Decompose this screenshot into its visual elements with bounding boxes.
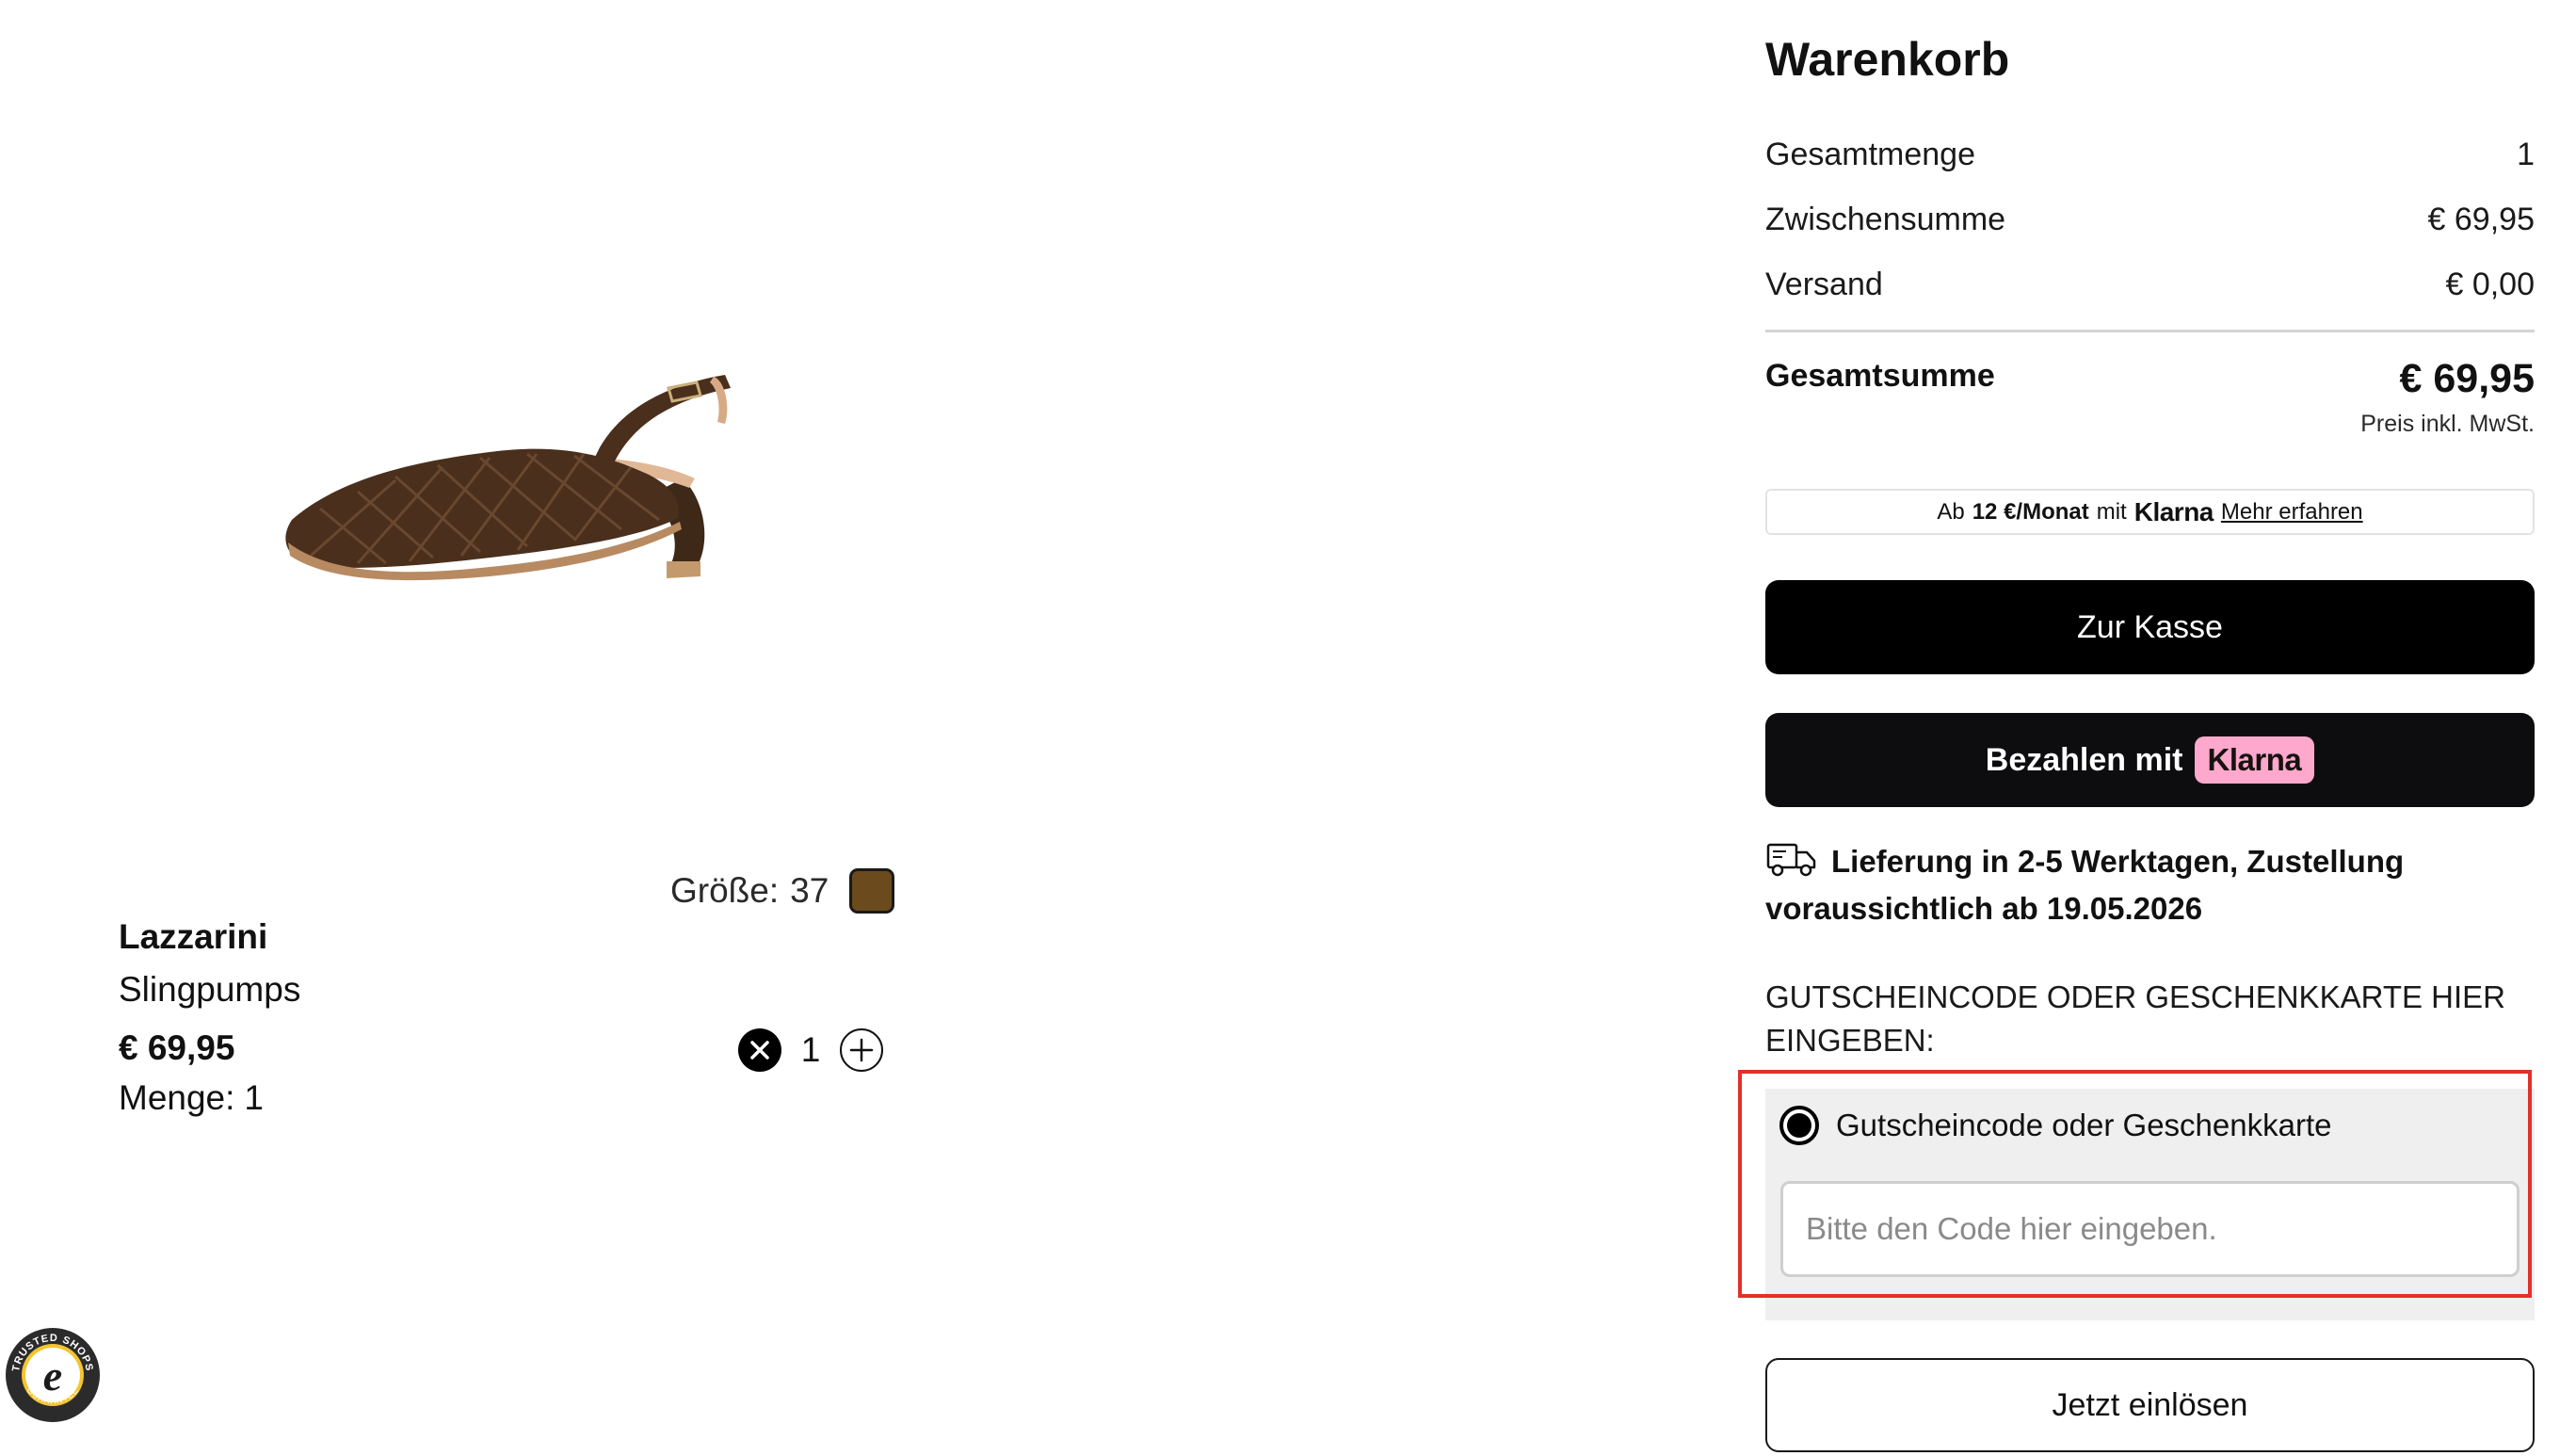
- quantity-value: 1: [244, 1078, 264, 1117]
- tax-note: Preis inkl. MwSt.: [2360, 411, 2535, 437]
- klarna-connector: mit: [2096, 498, 2127, 525]
- size-value: 37: [790, 871, 829, 910]
- summary-row-subtotal: Zwischensumme € 69,95: [1765, 202, 2535, 238]
- product-quantity: Menge: 1: [119, 1078, 264, 1118]
- voucher-highlight-frame: [1738, 1070, 2532, 1298]
- increase-quantity-button[interactable]: [840, 1028, 883, 1072]
- quantity-stepper: 1: [738, 1028, 883, 1072]
- klarna-prefix: Ab: [1937, 498, 1965, 525]
- summary-divider: [1765, 330, 2535, 332]
- summary-row-shipping: Versand € 0,00: [1765, 267, 2535, 303]
- summary-value: € 69,95: [2427, 202, 2535, 237]
- klarna-learn-more-link[interactable]: Mehr erfahren: [2221, 499, 2363, 526]
- delivery-info: Lieferung in 2-5 Werktagen, Zustellung v…: [1765, 838, 2535, 932]
- klarna-logo: Klarna: [2194, 736, 2315, 784]
- redeem-button[interactable]: Jetzt einlösen: [1765, 1358, 2535, 1452]
- summary-value: 1: [2517, 137, 2535, 172]
- quantity-label: Menge:: [119, 1078, 235, 1117]
- total-label: Gesamtsumme: [1765, 358, 1995, 394]
- pay-with-klarna-button[interactable]: Bezahlen mit Klarna: [1765, 713, 2535, 807]
- summary-label: Gesamtmenge: [1765, 137, 1975, 172]
- product-price: € 69,95: [119, 1028, 235, 1067]
- summary-value: € 0,00: [2445, 267, 2535, 302]
- svg-text:e: e: [43, 1351, 62, 1399]
- summary-label: Zwischensumme: [1765, 202, 2006, 237]
- klarna-pay-label: Bezahlen mit: [1985, 741, 2183, 778]
- summary-label: Versand: [1765, 267, 1883, 302]
- summary-row-total-quantity: Gesamtmenge 1: [1765, 137, 2535, 173]
- delivery-truck-icon: [1766, 843, 1816, 877]
- klarna-logo: Klarna: [2133, 496, 2214, 526]
- trusted-shops-badge[interactable]: e TRUSTED SHOPS GUARANTEE: [4, 1326, 102, 1424]
- color-swatch: [849, 868, 895, 914]
- product-model[interactable]: Slingpumps: [119, 970, 300, 1010]
- klarna-installment-banner: Ab 12 €/Monat mit Klarna Mehr erfahren: [1765, 489, 2535, 535]
- checkout-button[interactable]: Zur Kasse: [1765, 580, 2535, 674]
- delivery-text: Lieferung in 2-5 Werktagen, Zustellung v…: [1765, 844, 2405, 926]
- cart-title: Warenkorb: [1765, 33, 2010, 86]
- remove-item-button[interactable]: [738, 1028, 781, 1072]
- voucher-heading: GUTSCHEINCODE ODER GESCHENKKARTE HIER EI…: [1765, 979, 2506, 1058]
- stepper-value: 1: [800, 1030, 821, 1069]
- product-brand[interactable]: Lazzarini: [119, 917, 267, 957]
- size-label: Größe:: [670, 871, 780, 910]
- plus-icon: [849, 1038, 874, 1062]
- close-icon: [750, 1041, 769, 1060]
- size-color-row: Größe: 37: [670, 866, 895, 915]
- klarna-amount: 12 €/Monat: [1972, 498, 2089, 525]
- product-image[interactable]: [254, 320, 763, 603]
- total-value: € 69,95: [2399, 356, 2535, 401]
